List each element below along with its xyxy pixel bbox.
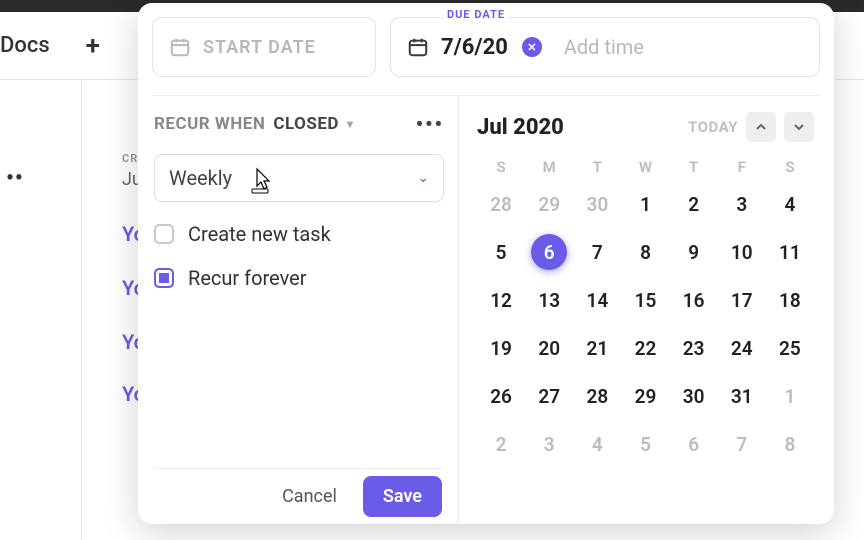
today-button[interactable]: TODAY (688, 118, 738, 136)
calendar-day: 28 (477, 193, 525, 216)
calendar-day[interactable]: 8 (621, 241, 669, 264)
calendar-day[interactable]: 30 (670, 385, 718, 408)
calendar-day[interactable]: 22 (621, 337, 669, 360)
calendar-day[interactable]: 6 (525, 241, 573, 264)
prev-month-button[interactable] (746, 112, 776, 142)
add-icon[interactable]: + (86, 31, 100, 61)
frequency-value: Weekly (169, 166, 232, 190)
calendar-day[interactable]: 17 (718, 289, 766, 312)
docs-tab[interactable]: Docs (0, 33, 68, 58)
recur-forever-label: Recur forever (188, 266, 307, 290)
create-new-task-label: Create new task (188, 222, 331, 246)
calendar-day: 6 (670, 433, 718, 456)
calendar-day[interactable]: 21 (573, 337, 621, 360)
save-button[interactable]: Save (363, 476, 442, 517)
chevron-down-icon[interactable]: ▾ (347, 117, 354, 131)
recur-label: RECUR WHEN (154, 114, 265, 134)
recur-forever-checkbox[interactable] (154, 268, 174, 288)
calendar-icon (407, 36, 429, 58)
calendar-day[interactable]: 19 (477, 337, 525, 360)
calendar-day[interactable]: 26 (477, 385, 525, 408)
weekday-label: S (477, 158, 525, 176)
calendar-day[interactable]: 9 (670, 241, 718, 264)
create-new-task-checkbox[interactable] (154, 224, 174, 244)
due-date-field[interactable]: DUE DATE 7/6/20 ✕ Add time (390, 17, 820, 77)
recur-trigger-value[interactable]: CLOSED (273, 114, 339, 134)
calendar-day[interactable]: 28 (573, 385, 621, 408)
weekday-label: W (621, 158, 669, 176)
calendar-day[interactable]: 18 (766, 289, 814, 312)
calendar-day[interactable]: 4 (766, 193, 814, 216)
weekday-label: T (670, 158, 718, 176)
calendar-day[interactable]: 23 (670, 337, 718, 360)
date-recur-popup: START DATE DUE DATE 7/6/20 ✕ Add time RE… (138, 3, 834, 524)
calendar-day[interactable]: 12 (477, 289, 525, 312)
weekday-label: S (766, 158, 814, 176)
weekday-label: T (573, 158, 621, 176)
weekday-label: M (525, 158, 573, 176)
calendar-day: 3 (525, 433, 573, 456)
calendar-day: 29 (525, 193, 573, 216)
start-date-placeholder: START DATE (203, 37, 316, 58)
start-date-field[interactable]: START DATE (152, 17, 376, 77)
calendar-day[interactable]: 5 (477, 241, 525, 264)
calendar-day[interactable]: 15 (621, 289, 669, 312)
next-month-button[interactable] (784, 112, 814, 142)
popup-footer: Cancel Save (154, 468, 444, 524)
calendar-day[interactable]: 20 (525, 337, 573, 360)
calendar-day[interactable]: 29 (621, 385, 669, 408)
calendar-day[interactable]: 7 (573, 241, 621, 264)
calendar-day: 2 (477, 433, 525, 456)
calendar-day[interactable]: 14 (573, 289, 621, 312)
calendar-day[interactable]: 31 (718, 385, 766, 408)
more-icon[interactable]: •• (6, 166, 24, 191)
calendar-day: 7 (718, 433, 766, 456)
calendar-day[interactable]: 10 (718, 241, 766, 264)
chevron-down-icon: ⌄ (417, 170, 429, 186)
calendar-day[interactable]: 16 (670, 289, 718, 312)
calendar-month: Jul 2020 (477, 115, 564, 140)
calendar-day: 5 (621, 433, 669, 456)
calendar-day[interactable]: 2 (670, 193, 718, 216)
left-gutter (0, 80, 82, 540)
calendar-day[interactable]: 3 (718, 193, 766, 216)
calendar-day[interactable]: 11 (766, 241, 814, 264)
weekday-label: F (718, 158, 766, 176)
due-date-label: DUE DATE (443, 8, 509, 21)
calendar-day[interactable]: 24 (718, 337, 766, 360)
calendar-day: 1 (766, 385, 814, 408)
calendar-pane: Jul 2020 TODAY SMTWTFS 28293012345678910… (458, 96, 820, 524)
calendar-day[interactable]: 13 (525, 289, 573, 312)
cursor-icon (249, 167, 273, 195)
clear-due-date-button[interactable]: ✕ (522, 37, 542, 57)
calendar-day: 4 (573, 433, 621, 456)
due-date-value: 7/6/20 (441, 35, 508, 60)
calendar-day: 30 (573, 193, 621, 216)
recur-more-button[interactable]: ••• (416, 112, 444, 136)
calendar-icon (169, 36, 191, 58)
calendar-grid: 2829301234567891011121314151617181920212… (477, 180, 814, 468)
add-time-button[interactable]: Add time (564, 35, 644, 59)
frequency-select[interactable]: Weekly ⌄ (154, 154, 444, 202)
calendar-day[interactable]: 25 (766, 337, 814, 360)
calendar-day[interactable]: 1 (621, 193, 669, 216)
calendar-day[interactable]: 27 (525, 385, 573, 408)
weekday-header: SMTWTFS (477, 158, 814, 176)
cancel-button[interactable]: Cancel (266, 478, 353, 515)
calendar-day: 8 (766, 433, 814, 456)
recur-pane: RECUR WHEN CLOSED ▾ ••• Weekly ⌄ Create … (152, 96, 458, 524)
